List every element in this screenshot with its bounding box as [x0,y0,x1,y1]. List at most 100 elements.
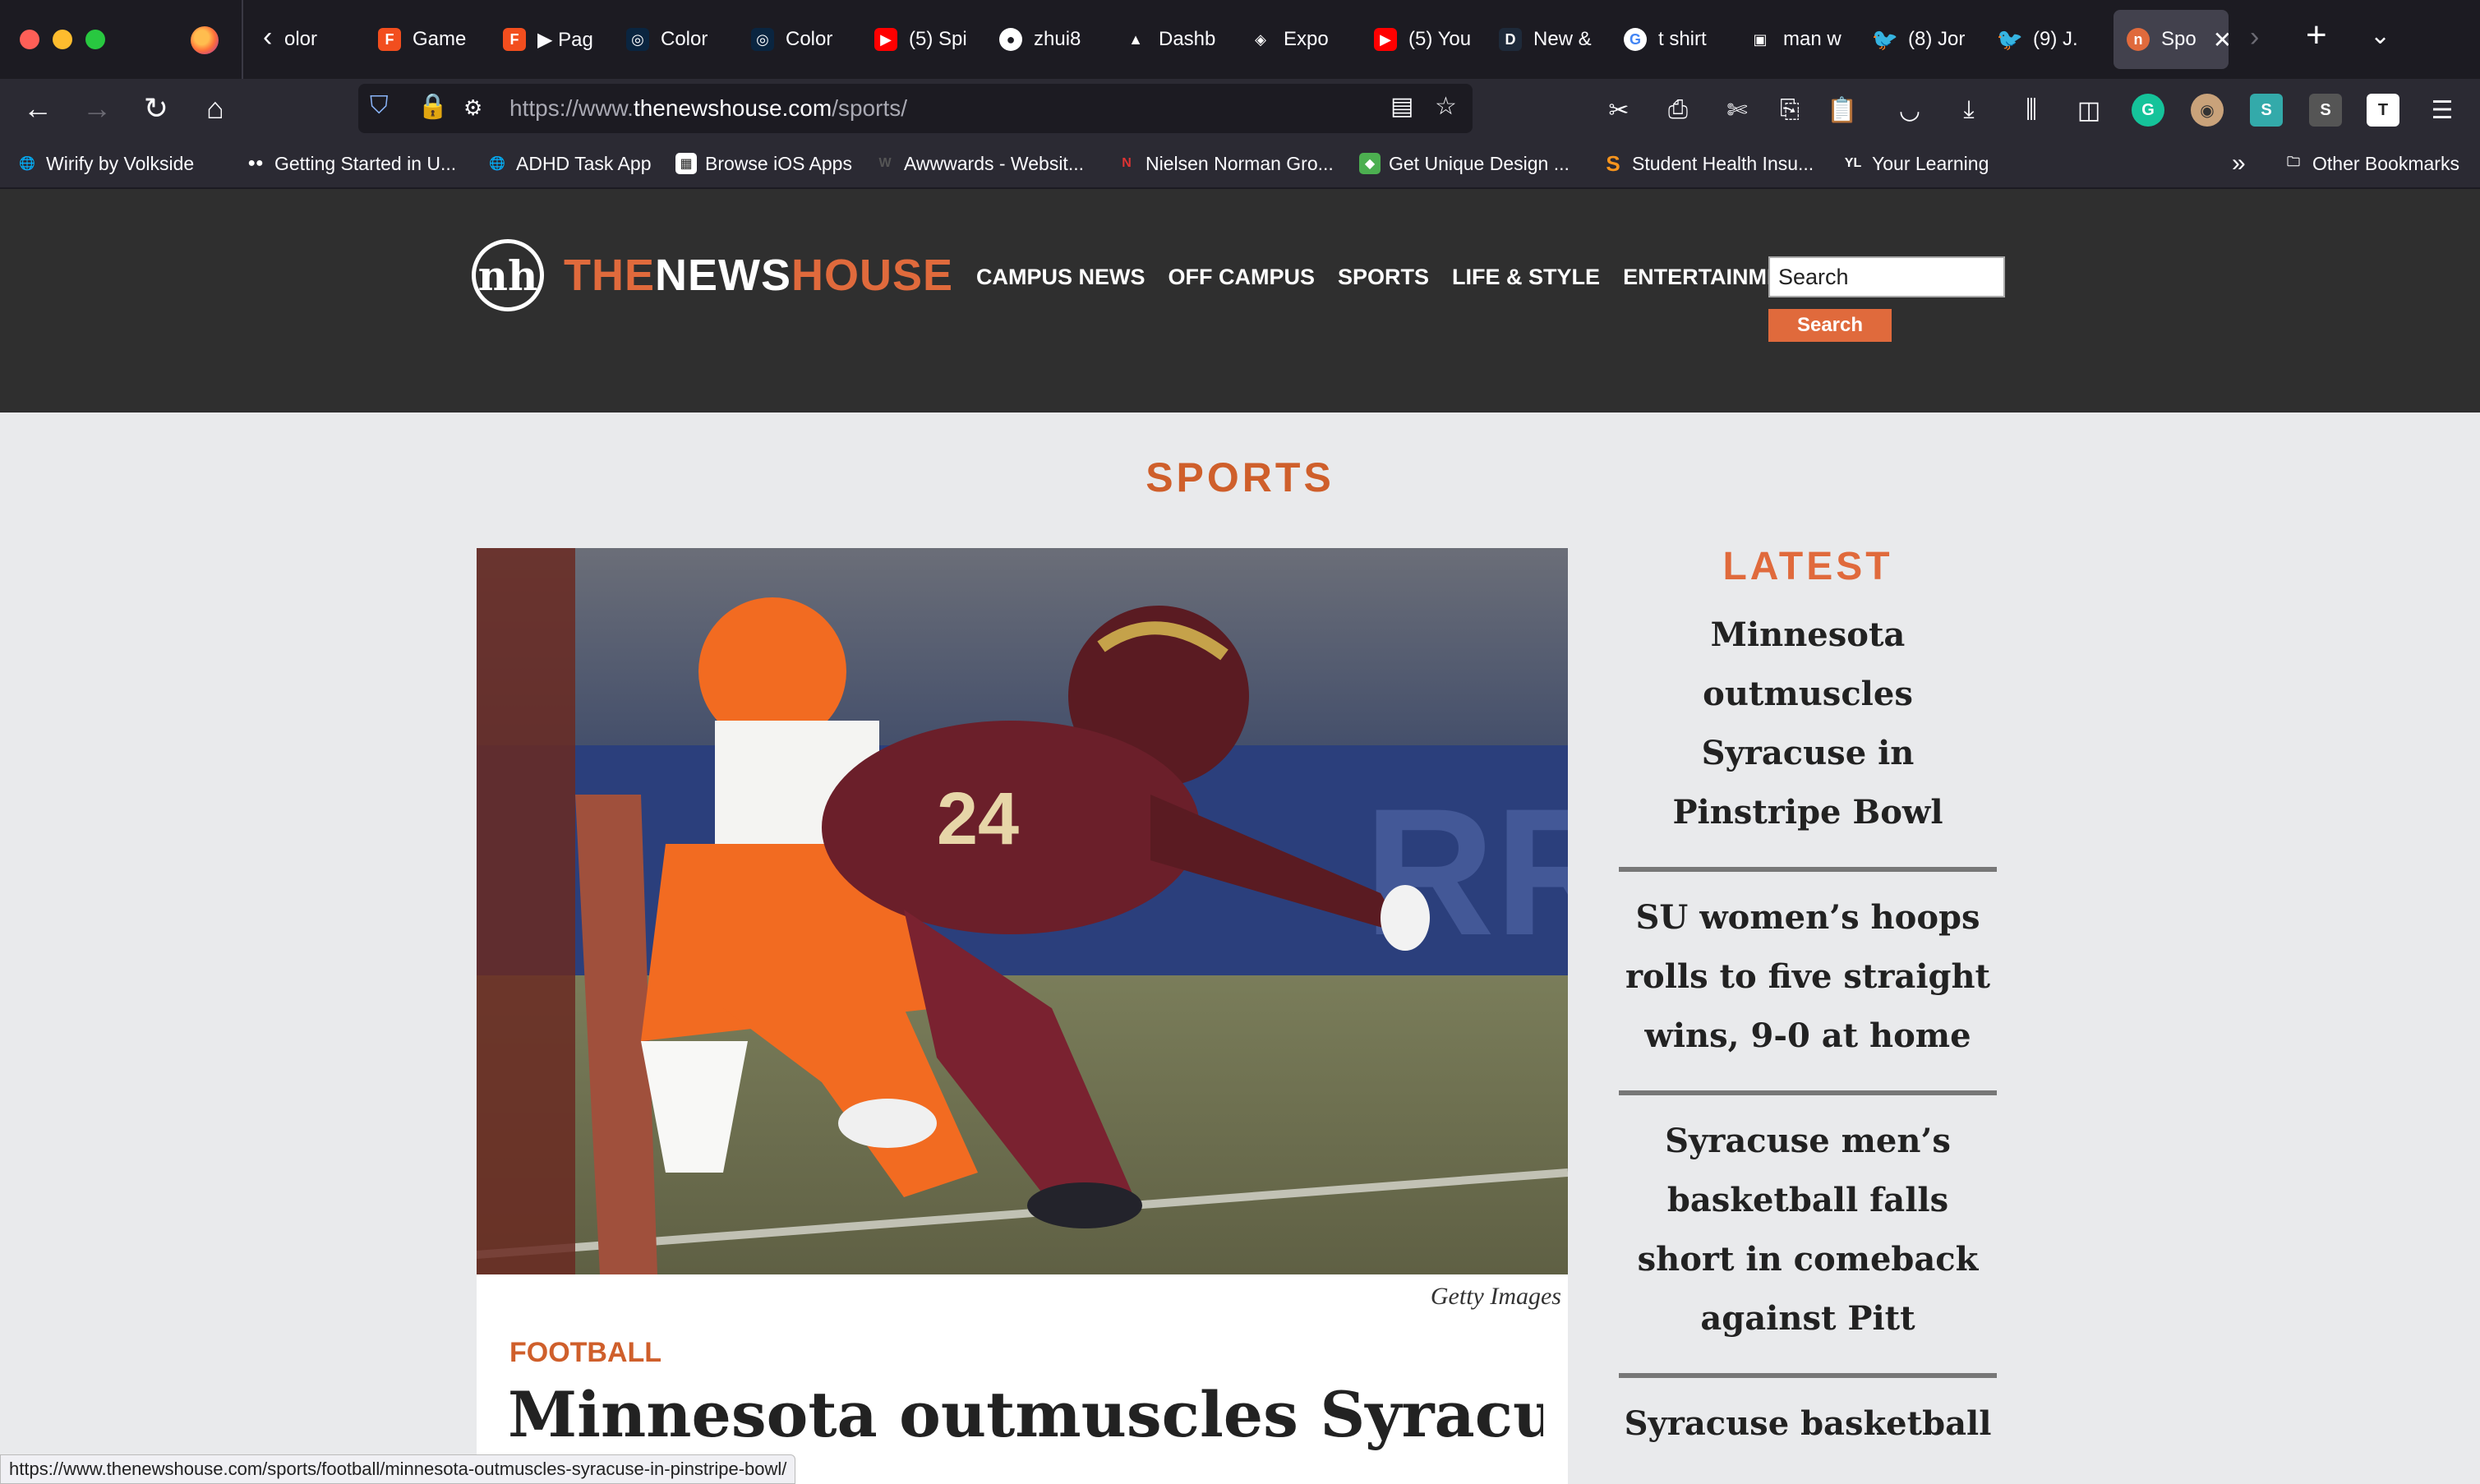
address-bar[interactable]: ⛉ 🔒 ⚙ https://www.thenewshouse.com/sport… [358,84,1473,133]
tab-active[interactable]: n Spo ✕ [2114,10,2229,69]
close-icon[interactable]: ✕ [2213,26,2229,53]
d-icon: D [1499,28,1522,51]
bookmark-label: Student Health Insu... [1632,152,1814,174]
copy-icon[interactable]: ⎘ [1773,94,1806,127]
tab-4[interactable]: ◎ Color [626,10,725,69]
logo-the: THE [564,251,655,300]
logo-news: NEWS [655,251,791,300]
chevron-down-icon[interactable]: ⌄ [2370,21,2390,50]
latest-item[interactable]: Syracuse men’s basketball falls short in… [1619,1095,1997,1378]
other-bookmarks[interactable]: 🗀 Other Bookmarks [2283,150,2459,177]
bookmark-item[interactable]: N Nielsen Norman Gro... [1116,150,1334,177]
site-header: nh THENEWSHOUSE CAMPUS NEWS OFF CAMPUS S… [0,189,2480,412]
download-icon[interactable]: ⤓ [1952,94,1985,127]
tab-title: man w [1783,28,1842,50]
bookmark-item[interactable]: W Awwwards - Websit... [874,150,1084,177]
screenshot-icon[interactable]: ✂ [1602,94,1635,127]
tab-14[interactable]: 🐦 (8) Jor [1874,10,1972,69]
tab-8[interactable]: ▲ Dashb [1124,10,1223,69]
tab-6[interactable]: ▶ (5) Spi [874,10,981,69]
permissions-icon[interactable]: ⚙ [463,95,482,121]
feature-photo[interactable]: RR 24 [477,548,1568,1274]
tab-1[interactable]: olor [284,10,339,69]
search-input[interactable] [1768,256,2005,297]
grammarly-icon[interactable]: G [2132,94,2164,127]
tab-12[interactable]: G t shirt [1624,10,1722,69]
bookmark-item[interactable]: S Student Health Insu... [1602,150,1814,177]
latest-item[interactable]: Minnesota outmuscles Syracuse in Pinstri… [1619,589,1997,872]
bookmark-label: Nielsen Norman Gro... [1146,152,1334,174]
nav-life-style[interactable]: LIFE & STYLE [1452,265,1600,297]
tab-3[interactable]: F ▶ Pag [503,10,602,69]
coolors-icon: ◎ [626,28,649,51]
firefox-icon [191,26,219,54]
bookmarks-bar: 🌐 Wirify by Volkside ●● Getting Started … [0,138,2480,189]
nng-icon: N [1122,156,1132,170]
print-icon[interactable]: ⎙ [1662,94,1694,127]
medium-icon: ●● [247,156,264,170]
home-button[interactable]: ⌂ [197,90,233,127]
tab-9[interactable]: ◈ Expo [1249,10,1348,69]
s-extension-icon[interactable]: S [2250,94,2283,127]
bookmark-item[interactable]: ▦ Browse iOS Apps [675,150,852,177]
tab-11[interactable]: D New & [1499,10,1597,69]
tab-title: ▶ Pag [537,28,593,51]
minimize-window-button[interactable] [53,30,72,49]
latest-item[interactable]: Syracuse basketball [1619,1378,1997,1478]
bookmark-item[interactable]: ◆ Get Unique Design ... [1359,150,1570,177]
t-extension-icon[interactable]: T [2367,94,2399,127]
zoom-window-button[interactable] [85,30,105,49]
new-tab-button[interactable]: + [2306,15,2327,56]
page-title: SPORTS [1146,454,1334,500]
tab-5[interactable]: ◎ Color [751,10,850,69]
newshouse-logo-icon[interactable]: nh [472,239,544,311]
tab-2[interactable]: F Game [378,10,477,69]
url-text[interactable]: https://www.thenewshouse.com/sports/ [509,95,907,122]
cut-icon[interactable]: ✄ [1721,94,1754,127]
menu-icon[interactable]: ☰ [2426,94,2459,127]
category-label[interactable]: FOOTBALL [509,1337,661,1369]
shield-icon[interactable]: ⛉ [370,92,389,120]
chevron-left-icon[interactable]: ‹ [263,21,272,53]
youtube-icon: ▶ [874,28,897,51]
lock-icon[interactable]: 🔒 [417,92,448,121]
pocket-icon[interactable]: ◡ [1893,94,1926,127]
tab-bar: ‹ olor F Game F ▶ Pag ◎ Color ◎ Color ▶ … [0,0,2480,79]
nav-off-campus[interactable]: OFF CAMPUS [1169,265,1316,297]
bookmark-item[interactable]: 🌐 ADHD Task App [486,150,651,177]
nav-campus-news[interactable]: CAMPUS NEWS [976,265,1146,297]
chevron-double-right-icon[interactable]: » [2232,150,2246,177]
tab-title: Expo [1284,28,1329,50]
sidebar-icon[interactable]: ◫ [2072,94,2105,127]
bookmark-item[interactable]: 🌐 Wirify by Volkside [16,150,194,177]
github-icon: ● [999,28,1022,51]
bookmark-item[interactable]: YL Your Learning [1842,150,1989,177]
chevron-right-icon[interactable]: › [2250,21,2259,53]
tab-title: (5) Spi [909,28,967,50]
s-extension-icon[interactable]: S [2309,94,2342,127]
star-icon[interactable]: ☆ [1435,92,1457,121]
tab-title: (5) You [1408,28,1472,50]
tab-7[interactable]: ● zhui8 [999,10,1098,69]
bookmark-item[interactable]: ●● Getting Started in U... [245,150,456,177]
extension-icon[interactable]: ◉ [2191,94,2224,127]
back-button[interactable]: ← [20,90,56,127]
paste-icon[interactable]: 📋 [1826,94,1859,127]
close-window-button[interactable] [20,30,39,49]
tab-15[interactable]: 🐦 (9) J. [1998,10,2097,69]
football-tackle-illustration: RR 24 [477,548,1568,1274]
library-icon[interactable]: ⫼ [2015,94,2048,127]
search-button[interactable]: Search [1768,309,1892,342]
reload-button[interactable]: ↻ [138,90,174,127]
tab-title: Spo [2161,28,2197,50]
forward-button[interactable]: → [79,90,115,127]
unsplash-icon: ▣ [1753,30,1768,48]
feature-headline[interactable]: Minnesota outmuscles Syracuse [508,1378,1543,1451]
feature-article[interactable]: RR 24 Getty Images FOOTBALL Minnesota ou [477,548,1568,1484]
site-logo[interactable]: THENEWSHOUSE [564,250,953,301]
nav-sports[interactable]: SPORTS [1338,265,1429,297]
tab-10[interactable]: ▶ (5) You [1374,10,1473,69]
reader-view-icon[interactable]: ▤ [1390,92,1413,121]
tab-13[interactable]: ▣ man w [1749,10,1847,69]
latest-item[interactable]: SU women’s hoops rolls to five straight … [1619,872,1997,1095]
